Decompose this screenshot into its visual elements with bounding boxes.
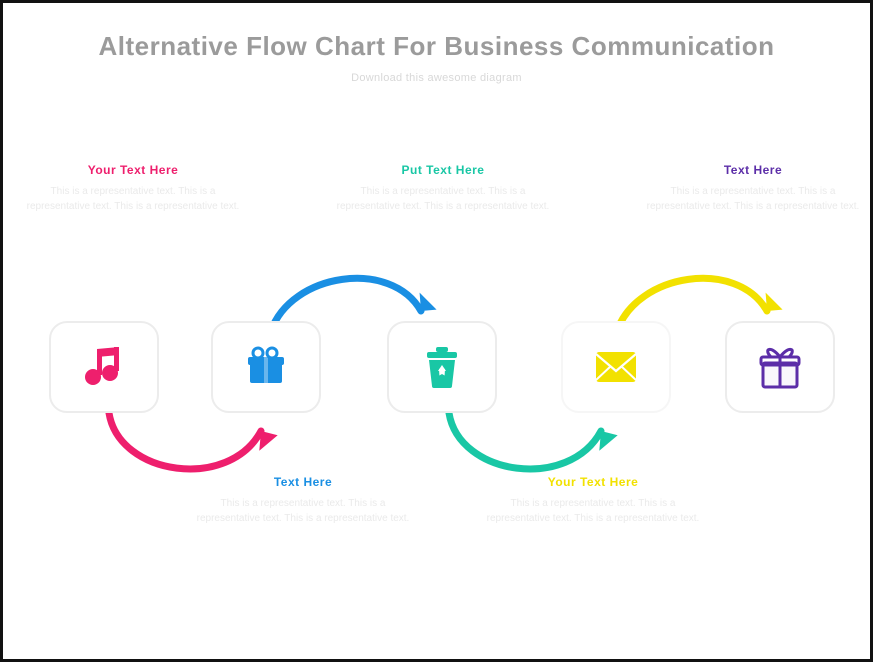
text-block-heading: Your Text Here bbox=[23, 163, 243, 177]
text-block-body: This is a representative text. This is a… bbox=[333, 185, 553, 214]
text-block-body: This is a representative text. This is a… bbox=[643, 185, 863, 214]
flow-step-3 bbox=[387, 321, 497, 413]
text-block-top-1: Your Text Here This is a representative … bbox=[23, 163, 243, 214]
arrow-connector-bottom-pink bbox=[99, 401, 279, 486]
mail-icon bbox=[595, 351, 637, 383]
flow-step-5 bbox=[725, 321, 835, 413]
text-block-heading: Put Text Here bbox=[333, 163, 553, 177]
slide-canvas: Alternative Flow Chart For Business Comm… bbox=[0, 0, 873, 662]
text-block-top-3: Text Here This is a representative text.… bbox=[643, 163, 863, 214]
text-block-body: This is a representative text. This is a… bbox=[483, 497, 703, 526]
flow-step-4 bbox=[561, 321, 671, 413]
gift-icon bbox=[242, 343, 290, 391]
music-icon bbox=[80, 343, 128, 391]
flow-step-1 bbox=[49, 321, 159, 413]
text-block-heading: Text Here bbox=[643, 163, 863, 177]
text-block-top-2: Put Text Here This is a representative t… bbox=[333, 163, 553, 214]
text-block-body: This is a representative text. This is a… bbox=[23, 185, 243, 214]
page-title: Alternative Flow Chart For Business Comm… bbox=[3, 31, 870, 62]
recycle-bin-icon bbox=[420, 344, 464, 390]
text-block-body: This is a representative text. This is a… bbox=[193, 497, 413, 526]
present-icon bbox=[757, 343, 803, 391]
arrow-connector-bottom-teal bbox=[439, 401, 619, 486]
page-subtitle: Download this awesome diagram bbox=[3, 72, 870, 84]
flow-step-2 bbox=[211, 321, 321, 413]
